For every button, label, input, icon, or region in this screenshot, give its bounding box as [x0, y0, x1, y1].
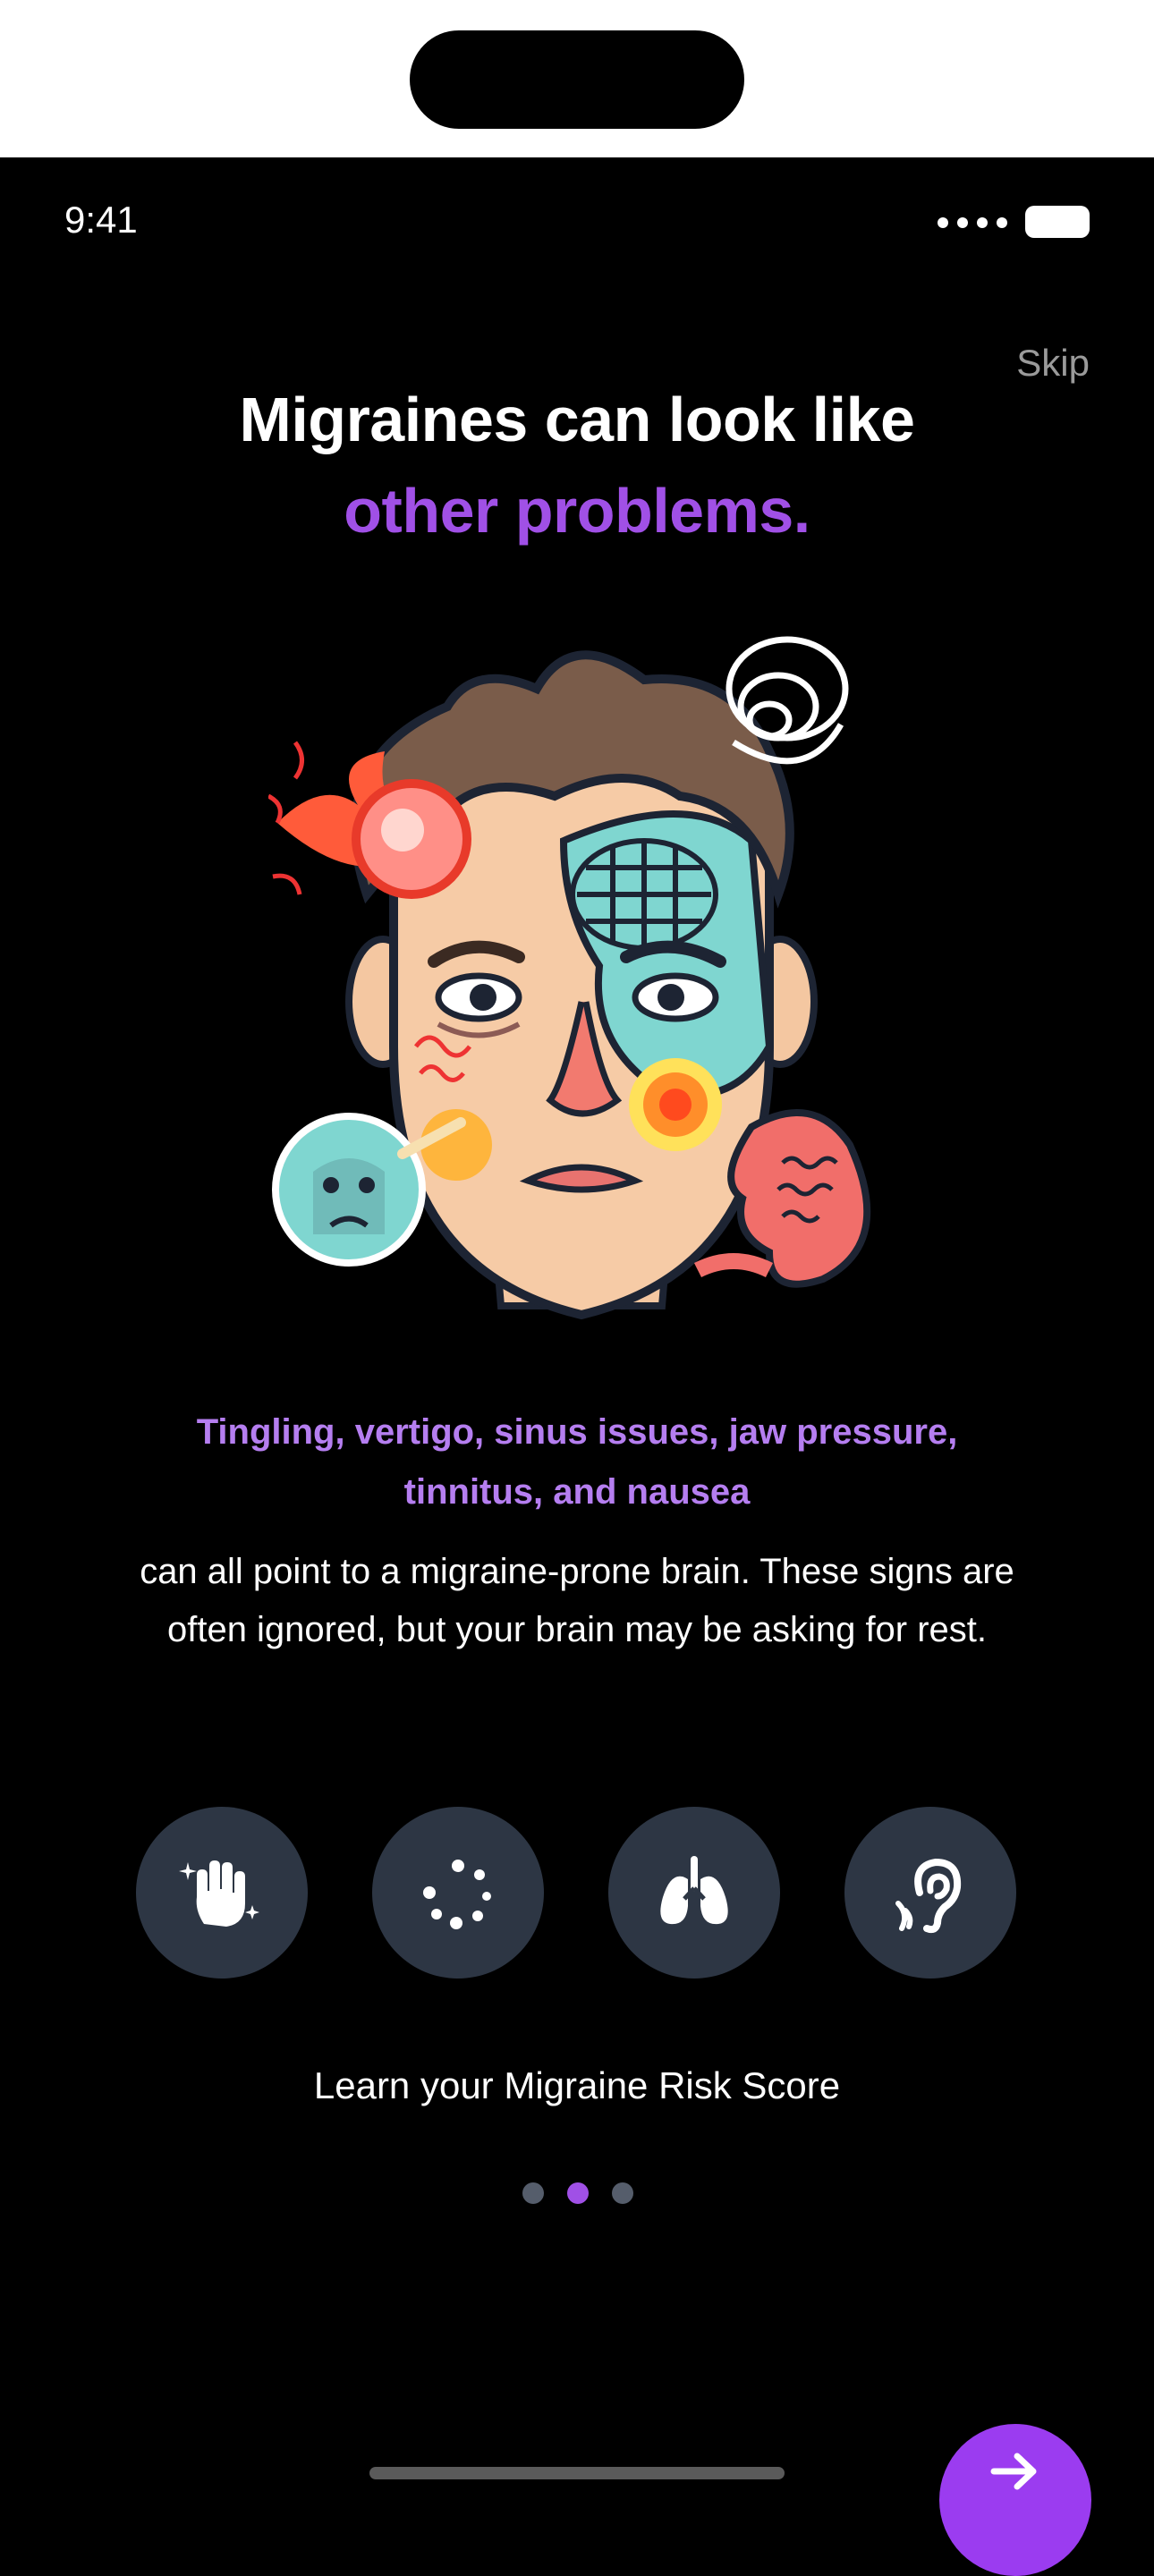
migraine-face-illustration — [268, 636, 871, 1320]
home-indicator — [369, 2467, 785, 2479]
symptoms-highlight: Tingling, vertigo, sinus issues, jaw pre… — [196, 1412, 958, 1512]
next-button[interactable] — [939, 2424, 1091, 2576]
ear-icon-button — [844, 1807, 1016, 1979]
dizziness-icon — [423, 1860, 491, 1929]
signal-dot-icon — [938, 217, 948, 228]
device-top-bezel — [0, 0, 1154, 157]
battery-icon — [1025, 206, 1090, 238]
title-line: Migraines can look like — [239, 385, 915, 454]
status-indicators — [938, 204, 1091, 240]
dizziness-icon-button — [372, 1807, 544, 1979]
page-title: Migraines can look like other problems. — [0, 374, 1154, 556]
tingling-hand-icon-button — [136, 1807, 308, 1979]
dynamic-island — [410, 30, 744, 129]
tingling-hand-icon — [179, 1860, 259, 1927]
lungs-icon-button — [608, 1807, 780, 1979]
signal-dot-icon — [957, 217, 968, 228]
page-dot[interactable] — [522, 2182, 544, 2204]
ear-icon — [895, 1858, 962, 1934]
page-dot[interactable] — [612, 2182, 633, 2204]
lungs-icon — [660, 1856, 728, 1925]
signal-dot-icon — [997, 217, 1007, 228]
symptom-icons-row — [136, 1807, 1018, 1979]
status-time: 9:41 — [64, 199, 138, 241]
signal-dot-icon — [977, 217, 988, 228]
title-accent: other problems. — [344, 476, 810, 546]
risk-score-cta[interactable]: Learn your Migraine Risk Score — [0, 2064, 1154, 2107]
page-dot-active[interactable] — [567, 2182, 589, 2204]
arrow-right-icon — [990, 2453, 1037, 2490]
page-indicator — [522, 2182, 633, 2204]
description-text: can all point to a migraine-prone brain.… — [140, 1552, 1014, 1649]
